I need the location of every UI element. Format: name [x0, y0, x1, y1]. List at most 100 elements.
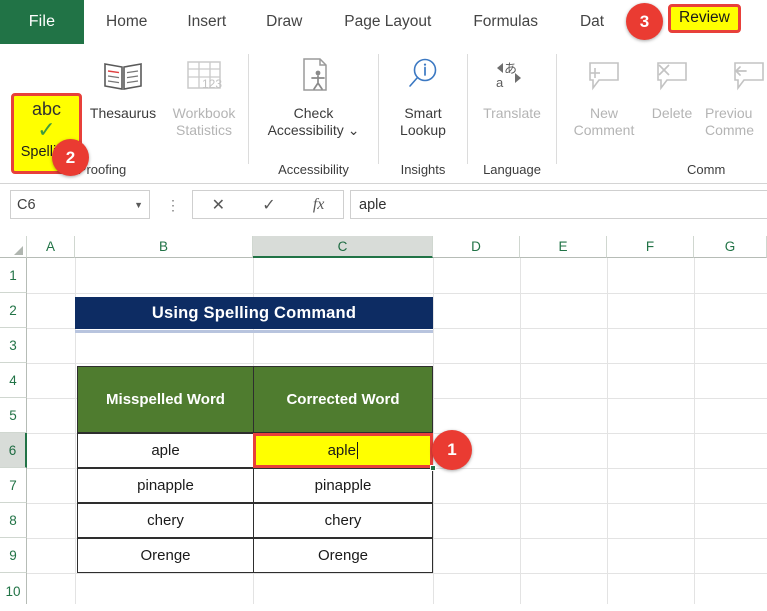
gridline-v-f	[694, 258, 695, 611]
callout-1-number: 1	[447, 440, 457, 459]
cancel-icon[interactable]: ✕	[212, 195, 225, 215]
name-box[interactable]: C6 ▼	[10, 190, 150, 219]
tab-page-layout-label: Page Layout	[344, 13, 432, 30]
row-header-7[interactable]: 7	[0, 468, 27, 503]
row-header-8[interactable]: 8	[0, 503, 27, 538]
insert-function-icon[interactable]: fx	[313, 196, 325, 214]
tab-file-label: File	[28, 13, 56, 30]
table-row[interactable]: pinapple	[77, 468, 254, 503]
group-label-comments: Comm	[687, 162, 726, 177]
formula-bar-value: aple	[359, 196, 387, 213]
column-header-f[interactable]: F	[607, 236, 694, 258]
row-header-5[interactable]: 5	[0, 398, 27, 433]
formula-bar-actions: ✕ ✓ fx	[192, 190, 344, 219]
callout-3-number: 3	[639, 11, 650, 31]
smart-lookup-button[interactable]: Smart Lookup	[379, 50, 467, 139]
tab-page-layout[interactable]: Page Layout	[318, 0, 447, 44]
tab-draw-label: Draw	[266, 13, 303, 30]
tab-review-label: Review	[679, 9, 730, 26]
spreadsheet-grid: A B C D E F G 1 2 3 4 5 6 7 8 9 10 Using…	[0, 236, 767, 611]
cell-b9-value: Orenge	[140, 547, 191, 564]
sheet-title-banner: Using Spelling Command	[75, 297, 433, 329]
text-cursor	[356, 442, 359, 459]
tab-formulas-label: Formulas	[473, 13, 538, 30]
previous-comment-label: Previou Comme	[705, 105, 755, 138]
table-row[interactable]: chery	[77, 503, 254, 538]
tab-file[interactable]: File	[0, 0, 84, 44]
tab-home-label: Home	[106, 13, 148, 30]
table-row[interactable]: pinapple	[253, 468, 433, 503]
fill-handle[interactable]	[430, 465, 436, 471]
column-header-g[interactable]: G	[694, 236, 767, 258]
delete-comment-button[interactable]: Delete	[634, 50, 710, 122]
group-label-insights: Insights	[400, 162, 446, 177]
active-cell-c6[interactable]: aple	[253, 433, 433, 468]
enter-icon[interactable]: ✓	[262, 195, 275, 215]
spelling-abc-text: abc	[31, 99, 62, 119]
table-row[interactable]: chery	[253, 503, 433, 538]
workbook-statistics-button[interactable]: 123 Workbook Statistics	[160, 50, 248, 139]
row-header-9[interactable]: 9	[0, 538, 27, 573]
thesaurus-button[interactable]: Thesaurus	[86, 50, 160, 122]
tab-data[interactable]: Dat	[554, 0, 620, 44]
column-header-b[interactable]: B	[75, 236, 253, 258]
cell-c8-value: chery	[324, 512, 362, 529]
column-header-d[interactable]: D	[433, 236, 520, 258]
comment-back-arrow-icon	[727, 50, 767, 102]
sheet-canvas[interactable]: Using Spelling Command Misspelled Word C…	[27, 258, 767, 611]
table-header-corrected-label: Corrected Word	[286, 391, 400, 408]
table-header-misspelled-label: Misspelled Word	[106, 391, 225, 408]
magnifier-info-icon	[403, 50, 443, 102]
sheet-title-underline	[75, 330, 433, 333]
tab-home[interactable]: Home	[84, 0, 163, 44]
table-row[interactable]: Orenge	[77, 538, 254, 573]
row-header-1[interactable]: 1	[0, 258, 27, 293]
tab-review[interactable]: Review	[668, 4, 741, 33]
formula-bar-overflow-icon: ⋮	[166, 196, 180, 213]
comment-plus-icon	[582, 50, 626, 102]
cell-b8-value: chery	[147, 512, 184, 529]
gridline-h-3	[27, 363, 767, 364]
row-header-2[interactable]: 2	[0, 293, 27, 328]
svg-text:123: 123	[202, 77, 222, 91]
tab-data-label: Dat	[579, 13, 605, 30]
check-accessibility-label: Check Accessibility ⌄	[267, 105, 360, 138]
excel-window: File Home Insert Draw Page Layout Formul…	[0, 0, 767, 611]
translate-button[interactable]: あ a Translate	[468, 50, 556, 122]
gridline-v-e	[607, 258, 608, 611]
smart-lookup-label: Smart Lookup	[400, 105, 446, 138]
svg-text:a: a	[496, 75, 504, 90]
table-row[interactable]: aple	[77, 433, 254, 468]
row-header-6[interactable]: 6	[0, 433, 27, 468]
gridline-v-d	[520, 258, 521, 611]
bottom-strip	[0, 604, 767, 611]
table-row[interactable]: Orenge	[253, 538, 433, 573]
gridline-h-1	[27, 293, 767, 294]
callout-2-number: 2	[65, 147, 76, 167]
callout-badge-1: 1	[432, 430, 472, 470]
callout-badge-2: 2	[52, 139, 89, 176]
tab-formulas[interactable]: Formulas	[447, 0, 554, 44]
column-header-c[interactable]: C	[253, 236, 433, 258]
cell-b7-value: pinapple	[137, 477, 194, 494]
row-headers: 1 2 3 4 5 6 7 8 9 10	[0, 258, 27, 611]
tab-insert[interactable]: Insert	[163, 0, 242, 44]
gridline-v-c	[433, 258, 434, 611]
active-cell-value: aple	[327, 442, 356, 459]
formula-bar-input[interactable]: aple	[350, 190, 767, 219]
tab-draw[interactable]: Draw	[242, 0, 318, 44]
name-box-value: C6	[17, 196, 36, 213]
row-header-3[interactable]: 3	[0, 328, 27, 363]
column-header-e[interactable]: E	[520, 236, 607, 258]
previous-comment-button[interactable]: Previou Comme	[705, 50, 767, 139]
callout-badge-3: 3	[626, 3, 663, 40]
row-header-4[interactable]: 4	[0, 363, 27, 398]
check-accessibility-button[interactable]: Check Accessibility ⌄	[249, 50, 378, 139]
gridline-h-9	[27, 573, 767, 574]
chevron-down-icon[interactable]: ▼	[134, 200, 143, 210]
comment-x-icon	[650, 50, 694, 102]
cell-b6-value: aple	[151, 442, 180, 459]
translate-icon: あ a	[491, 50, 533, 102]
table-123-icon: 123	[183, 50, 225, 102]
column-header-a[interactable]: A	[27, 236, 75, 258]
